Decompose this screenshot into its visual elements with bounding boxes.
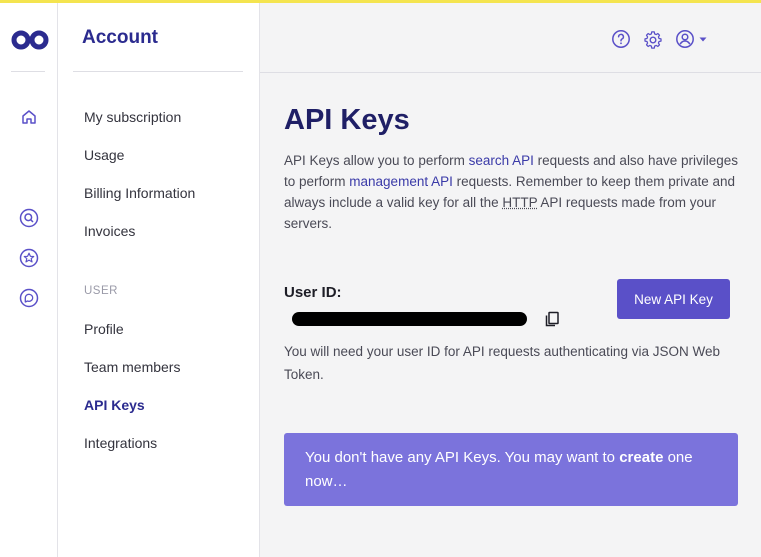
user-id-hint: You will need your user ID for API reque… (284, 344, 720, 382)
sidebar-section-user: USER (84, 285, 118, 297)
caret-down-icon[interactable] (698, 29, 708, 49)
sidebar-item-team-members[interactable]: Team members (84, 359, 180, 375)
logo-icon[interactable] (11, 29, 49, 51)
new-api-key-button[interactable]: New API Key (617, 279, 730, 319)
help-icon[interactable] (611, 29, 631, 49)
sidebar-item-profile[interactable]: Profile (84, 321, 124, 337)
sidebar-item-billing-information[interactable]: Billing Information (84, 185, 195, 201)
sidebar-item-integrations[interactable]: Integrations (84, 435, 157, 451)
rail-divider (11, 71, 45, 72)
http-abbr: HTTP (502, 195, 538, 210)
sidebar-item-invoices[interactable]: Invoices (84, 223, 135, 239)
gear-icon[interactable] (643, 29, 663, 49)
no-api-keys-alert: You don't have any API Keys. You may wan… (284, 433, 738, 506)
alert-text: You don't have any API Keys. You may wan… (305, 449, 620, 466)
sidebar-divider (73, 71, 243, 72)
page-title: API Keys (284, 104, 410, 136)
top-header (260, 3, 761, 73)
home-icon[interactable] (19, 107, 39, 127)
sidebar-item-my-subscription[interactable]: My subscription (84, 109, 181, 125)
user-id-label: User ID: (284, 284, 342, 301)
management-api-link[interactable]: management API (349, 174, 453, 189)
desc-text: API Keys allow you to perform (284, 153, 469, 168)
create-link[interactable]: create (619, 449, 663, 466)
user-icon[interactable] (675, 29, 695, 49)
api-keys-description: API Keys allow you to perform search API… (284, 150, 744, 234)
copy-icon[interactable] (543, 310, 561, 328)
icon-rail (0, 3, 58, 557)
user-id-value-redacted (292, 312, 527, 326)
chat-icon[interactable] (19, 288, 39, 308)
account-sidebar: Account My subscription Usage Billing In… (58, 3, 260, 557)
sidebar-item-api-keys[interactable]: API Keys (84, 397, 145, 413)
search-api-link[interactable]: search API (469, 153, 534, 168)
star-icon[interactable] (19, 248, 39, 268)
search-icon[interactable] (19, 208, 39, 228)
sidebar-item-usage[interactable]: Usage (84, 147, 124, 163)
sidebar-title: Account (82, 27, 158, 48)
